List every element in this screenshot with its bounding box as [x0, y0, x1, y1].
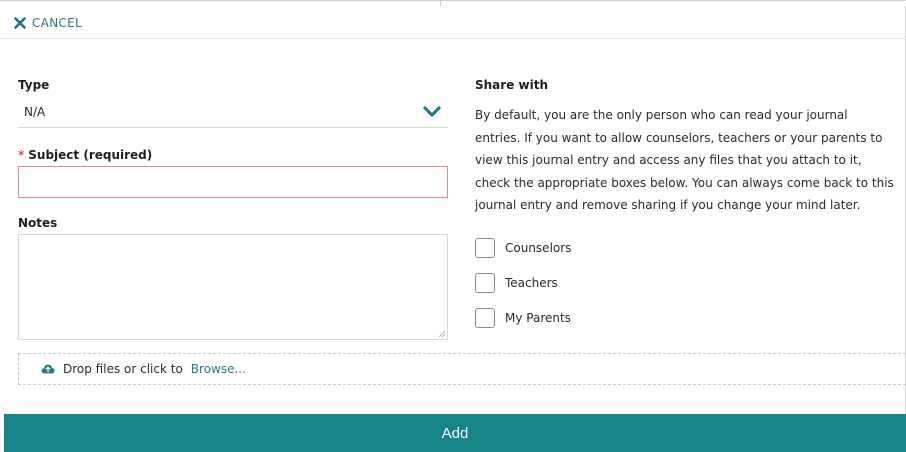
parents-checkbox[interactable]	[475, 308, 495, 328]
subject-label-text: Subject (required)	[28, 148, 153, 162]
dropzone-text: Drop files or click to	[63, 362, 183, 376]
journal-entry-form: CANCEL Type N/A * Subject (required) Note…	[0, 0, 906, 452]
subject-input[interactable]	[18, 166, 448, 198]
type-label: Type	[18, 78, 50, 92]
browse-link[interactable]: Browse...	[191, 362, 246, 376]
share-option-teachers[interactable]: Teachers	[475, 273, 558, 293]
resize-grip-icon[interactable]	[438, 330, 446, 338]
counselors-label: Counselors	[505, 241, 572, 255]
cancel-label: CANCEL	[32, 16, 83, 30]
cloud-upload-icon	[41, 364, 55, 374]
parents-label: My Parents	[505, 311, 571, 325]
cancel-button[interactable]: CANCEL	[14, 14, 82, 32]
file-dropzone[interactable]: Drop files or click to Browse...	[18, 353, 906, 385]
share-option-counselors[interactable]: Counselors	[475, 238, 571, 258]
notes-textarea[interactable]	[18, 234, 448, 340]
type-select[interactable]: N/A	[18, 96, 448, 128]
required-marker: *	[18, 148, 25, 162]
chevron-down-icon	[423, 105, 441, 117]
share-with-title: Share with	[475, 78, 548, 92]
teachers-label: Teachers	[505, 276, 558, 290]
teachers-checkbox[interactable]	[475, 273, 495, 293]
share-option-parents[interactable]: My Parents	[475, 308, 571, 328]
counselors-checkbox[interactable]	[475, 238, 495, 258]
header-divider	[0, 38, 906, 39]
close-icon	[14, 17, 26, 29]
top-edge	[0, 0, 906, 6]
notes-label: Notes	[18, 216, 58, 230]
add-button[interactable]: Add	[4, 414, 906, 452]
type-selected-value: N/A	[24, 104, 46, 119]
subject-label: * Subject (required)	[18, 148, 152, 162]
share-description: By default, you are the only person who …	[475, 108, 894, 212]
